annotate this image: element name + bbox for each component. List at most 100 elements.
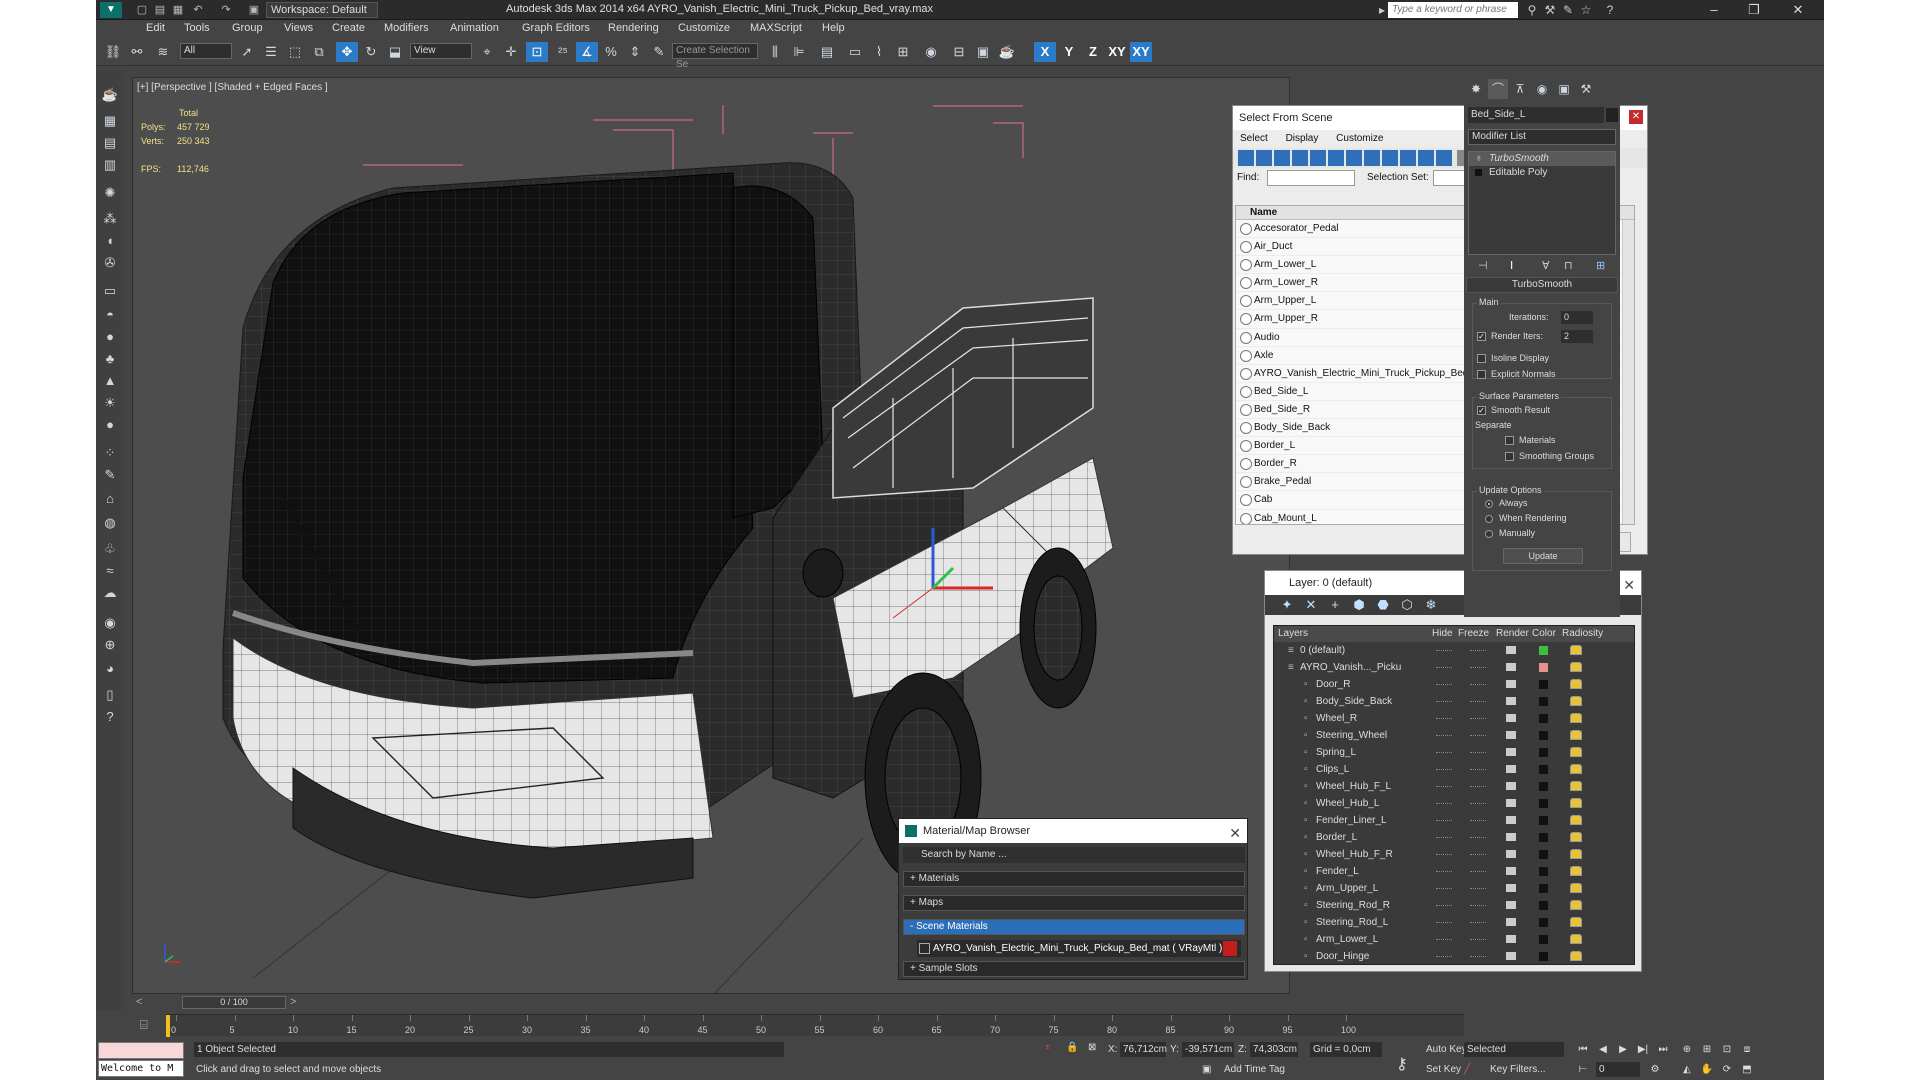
hide-toggle[interactable] — [1436, 667, 1452, 668]
layer-row[interactable]: ▫ Fender_Liner_L — [1274, 812, 1634, 829]
zoom-extents-all-icon[interactable]: ⧈ — [1738, 1042, 1756, 1058]
hide-toggle[interactable] — [1436, 888, 1452, 889]
freeze-toggle[interactable] — [1470, 956, 1486, 957]
render-toggle-icon[interactable] — [1506, 816, 1516, 824]
axis-z-button[interactable]: Z — [1082, 42, 1104, 62]
menu-graph-editors[interactable]: Graph Editors — [522, 22, 590, 34]
display-none-icon[interactable] — [1238, 150, 1254, 166]
time-slider[interactable]: < 0 / 100 > — [136, 996, 1316, 1009]
layer-row[interactable]: ▫ Steering_Wheel — [1274, 727, 1634, 744]
hide-all-layers-icon[interactable]: ⬡ — [1395, 595, 1419, 615]
radiosity-icon[interactable] — [1570, 696, 1582, 706]
render-toggle-icon[interactable] — [1506, 833, 1516, 841]
col-freeze[interactable]: Freeze — [1458, 626, 1489, 642]
graphite-ribbon-icon[interactable]: ▭ — [844, 42, 866, 62]
col-render[interactable]: Render — [1496, 626, 1529, 642]
render-toggle-icon[interactable] — [1506, 884, 1516, 892]
sphere-icon[interactable]: ● — [100, 328, 120, 346]
favorites-star-icon[interactable]: ☆ — [1578, 2, 1594, 18]
update-button[interactable]: Update — [1503, 548, 1583, 564]
layer-row[interactable]: ▫ Spring_L — [1274, 744, 1634, 761]
radiosity-icon[interactable] — [1570, 713, 1582, 723]
key-filters-button[interactable]: Key Filters... — [1490, 1064, 1546, 1075]
menu-help[interactable]: Help — [822, 22, 845, 34]
go-to-end-icon[interactable]: ⏭ — [1654, 1042, 1672, 1058]
z-coord-field[interactable]: 74,303cm — [1250, 1042, 1298, 1057]
particles-icon[interactable]: ⁂ — [100, 210, 120, 228]
scene-materials-section[interactable]: - Scene Materials — [903, 919, 1245, 935]
scatter-icon[interactable]: ⁘ — [100, 444, 120, 462]
display-shapes-icon[interactable] — [1274, 150, 1290, 166]
render-toggle-icon[interactable] — [1506, 918, 1516, 926]
next-frame-icon[interactable]: ▶| — [1634, 1042, 1652, 1058]
isoline-display-checkbox[interactable] — [1477, 354, 1486, 363]
material-editor-icon[interactable]: ◉ — [920, 42, 942, 62]
hemisphere-icon[interactable]: ◓ — [100, 306, 120, 324]
percent-snap-icon[interactable]: % — [600, 42, 622, 62]
layer-color-swatch[interactable] — [1539, 799, 1548, 808]
hide-toggle[interactable] — [1436, 939, 1452, 940]
close-icon[interactable]: ✕ — [1623, 573, 1635, 597]
select-and-rotate-icon[interactable]: ↻ — [360, 42, 382, 62]
camera-icon[interactable]: ⌂ — [100, 490, 120, 508]
time-configuration-icon[interactable]: ⚙ — [1646, 1062, 1664, 1078]
highlight-layer-icon[interactable]: ⬣ — [1371, 595, 1395, 615]
axis-x-button[interactable]: X — [1034, 42, 1056, 62]
menu-create[interactable]: Create — [332, 22, 365, 34]
menu-rendering[interactable]: Rendering — [608, 22, 659, 34]
hide-toggle[interactable] — [1436, 820, 1452, 821]
list-scrollbar[interactable] — [1622, 220, 1634, 524]
layer-row[interactable]: ▫ Arm_Upper_L — [1274, 880, 1634, 897]
layer-color-swatch[interactable] — [1539, 901, 1548, 910]
field-of-view-icon[interactable]: ◭ — [1678, 1062, 1696, 1078]
subscription-icon[interactable]: ⚒ — [1542, 2, 1558, 18]
paint-icon[interactable]: ✎ — [100, 466, 120, 484]
menu-animation[interactable]: Animation — [450, 22, 499, 34]
always-radio[interactable] — [1485, 500, 1493, 508]
align-icon[interactable]: ⊫ — [788, 42, 810, 62]
pivot-center-icon[interactable]: ⌖ — [476, 42, 498, 62]
render-toggle-icon[interactable] — [1506, 952, 1516, 960]
hide-toggle[interactable] — [1436, 854, 1452, 855]
scene-material-item[interactable]: AYRO_Vanish_Electric_Mini_Truck_Pickup_B… — [917, 940, 1241, 957]
display-frozen-icon[interactable] — [1436, 150, 1452, 166]
rectangular-selection-icon[interactable]: ⬚ — [284, 42, 306, 62]
image-viewer-icon[interactable]: ▦ — [100, 112, 120, 130]
smooth-result-checkbox[interactable]: ✓ — [1477, 406, 1486, 415]
hide-toggle[interactable] — [1436, 701, 1452, 702]
radiosity-icon[interactable] — [1570, 781, 1582, 791]
menu-customize[interactable]: Customize — [678, 22, 730, 34]
freeze-all-layers-icon[interactable]: ❄ — [1419, 595, 1443, 615]
communication-center-icon[interactable]: ✎ — [1560, 2, 1576, 18]
sfs-menu-display[interactable]: Display — [1286, 130, 1319, 148]
layer-color-swatch[interactable] — [1539, 918, 1548, 927]
menu-maxscript[interactable]: MAXScript — [750, 22, 802, 34]
freeze-toggle[interactable] — [1470, 905, 1486, 906]
add-time-tag-button[interactable]: Add Time Tag — [1224, 1064, 1285, 1075]
radiosity-icon[interactable] — [1570, 866, 1582, 876]
menu-tools[interactable]: Tools — [184, 22, 210, 34]
layer-color-swatch[interactable] — [1539, 663, 1548, 672]
time-slider-thumb[interactable]: 0 / 100 — [182, 996, 286, 1009]
undo-icon[interactable]: ↶ — [190, 2, 206, 18]
render-toggle-icon[interactable] — [1506, 731, 1516, 739]
render-toggle-icon[interactable] — [1506, 850, 1516, 858]
sample-slots-section[interactable]: + Sample Slots — [903, 961, 1245, 977]
manually-radio[interactable] — [1485, 530, 1493, 538]
radiosity-icon[interactable] — [1570, 832, 1582, 842]
zoom-extents-icon[interactable]: ⊡ — [1718, 1042, 1736, 1058]
display-groups-icon[interactable] — [1364, 150, 1380, 166]
freeze-toggle[interactable] — [1470, 769, 1486, 770]
project-folder-icon[interactable]: ▣ — [246, 2, 262, 18]
stack-item-editable-poly[interactable]: Editable Poly — [1469, 166, 1615, 180]
box-primitive-icon[interactable]: ▭ — [100, 282, 120, 300]
menu-modifiers[interactable]: Modifiers — [384, 22, 429, 34]
sfs-menu-customize[interactable]: Customize — [1336, 130, 1383, 148]
hide-toggle[interactable] — [1436, 837, 1452, 838]
layer-row[interactable]: ▫ Clips_L — [1274, 761, 1634, 778]
named-selection-set-dropdown[interactable]: Create Selection Se — [672, 43, 758, 70]
pin-stack-icon[interactable]: ⊣ — [1478, 259, 1488, 272]
track-bar[interactable]: ⌸ 0 5 10 15 20 25 30 35 40 45 50 55 60 65 70 75 80 85 90 95… — [140, 1014, 1464, 1037]
freeze-toggle[interactable] — [1470, 701, 1486, 702]
cloth-icon[interactable]: ☁ — [100, 584, 120, 602]
